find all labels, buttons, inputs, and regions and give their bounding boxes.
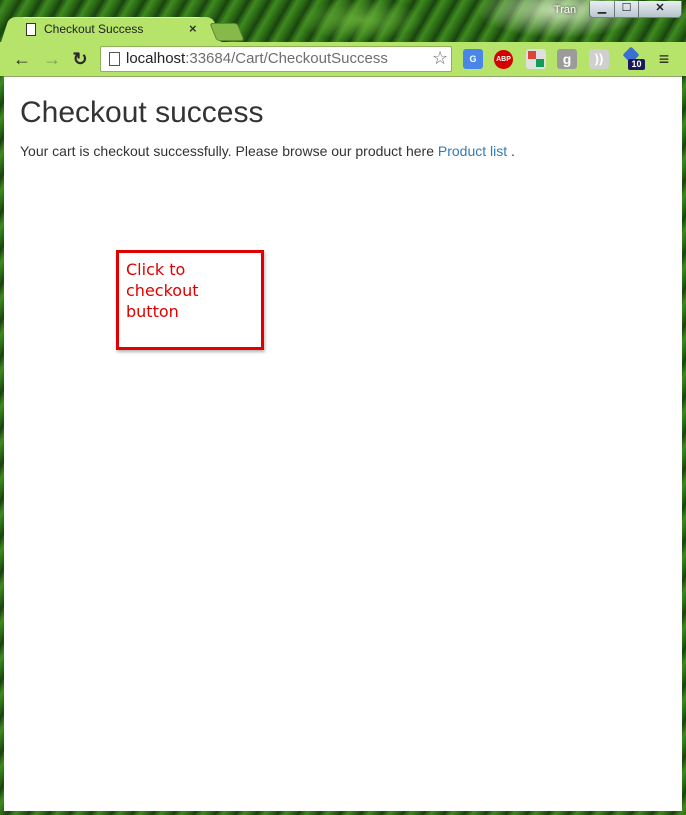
menu-icon[interactable]: ≡ <box>655 49 673 69</box>
annotation-callout: Click to checkout button <box>116 250 264 350</box>
download-extension-icon[interactable] <box>526 49 546 69</box>
tab-checkout-success[interactable]: Checkout Success × <box>13 17 209 43</box>
page-icon <box>26 23 36 36</box>
reload-icon[interactable]: ↻ <box>68 47 92 71</box>
tab-title: Checkout Success <box>44 22 144 36</box>
close-window-button[interactable]: ✕ <box>638 1 682 18</box>
browser-window: Tran ▁ ☐ ✕ Checkout Success × ← → ↻ loca… <box>0 0 686 815</box>
message-suffix: . <box>507 143 515 159</box>
product-list-link[interactable]: Product list <box>438 143 507 159</box>
rss-icon[interactable]: )) <box>589 49 609 69</box>
title-bar: Tran ▁ ☐ ✕ Checkout Success × <box>0 0 686 43</box>
url-text[interactable]: localhost:33684/Cart/CheckoutSuccess <box>126 50 388 67</box>
page-title: Checkout success <box>20 96 264 129</box>
maximize-button[interactable]: ☐ <box>614 1 639 18</box>
back-arrow-icon[interactable]: ← <box>10 47 34 71</box>
annotation-text: Click to checkout button <box>126 260 199 321</box>
browser-toolbar: ← → ↻ localhost:33684/Cart/CheckoutSucce… <box>0 42 686 76</box>
minimize-button[interactable]: ▁ <box>589 1 615 18</box>
new-tab-button[interactable] <box>209 23 245 41</box>
success-message: Your cart is checkout successfully. Plea… <box>20 143 515 159</box>
translate-icon[interactable]: G <box>463 49 483 69</box>
url-host: localhost <box>126 50 186 67</box>
url-path: :33684/Cart/CheckoutSuccess <box>185 50 388 67</box>
bookmark-star-icon[interactable]: ☆ <box>432 48 448 69</box>
address-bar[interactable]: localhost:33684/Cart/CheckoutSuccess ☆ <box>100 46 452 72</box>
extension-badge-count: 10 <box>628 59 645 70</box>
google-icon[interactable]: g <box>557 49 577 69</box>
page-content: Checkout success Your cart is checkout s… <box>4 76 682 811</box>
page-icon <box>109 52 120 66</box>
adblock-icon[interactable]: ABP <box>494 50 513 69</box>
tag-extension-icon[interactable]: 10 <box>622 46 645 70</box>
tab-close-icon[interactable]: × <box>189 21 197 36</box>
message-text: Your cart is checkout successfully. Plea… <box>20 143 438 159</box>
profile-badge[interactable]: Tran <box>547 2 583 18</box>
forward-arrow-icon[interactable]: → <box>40 47 64 71</box>
